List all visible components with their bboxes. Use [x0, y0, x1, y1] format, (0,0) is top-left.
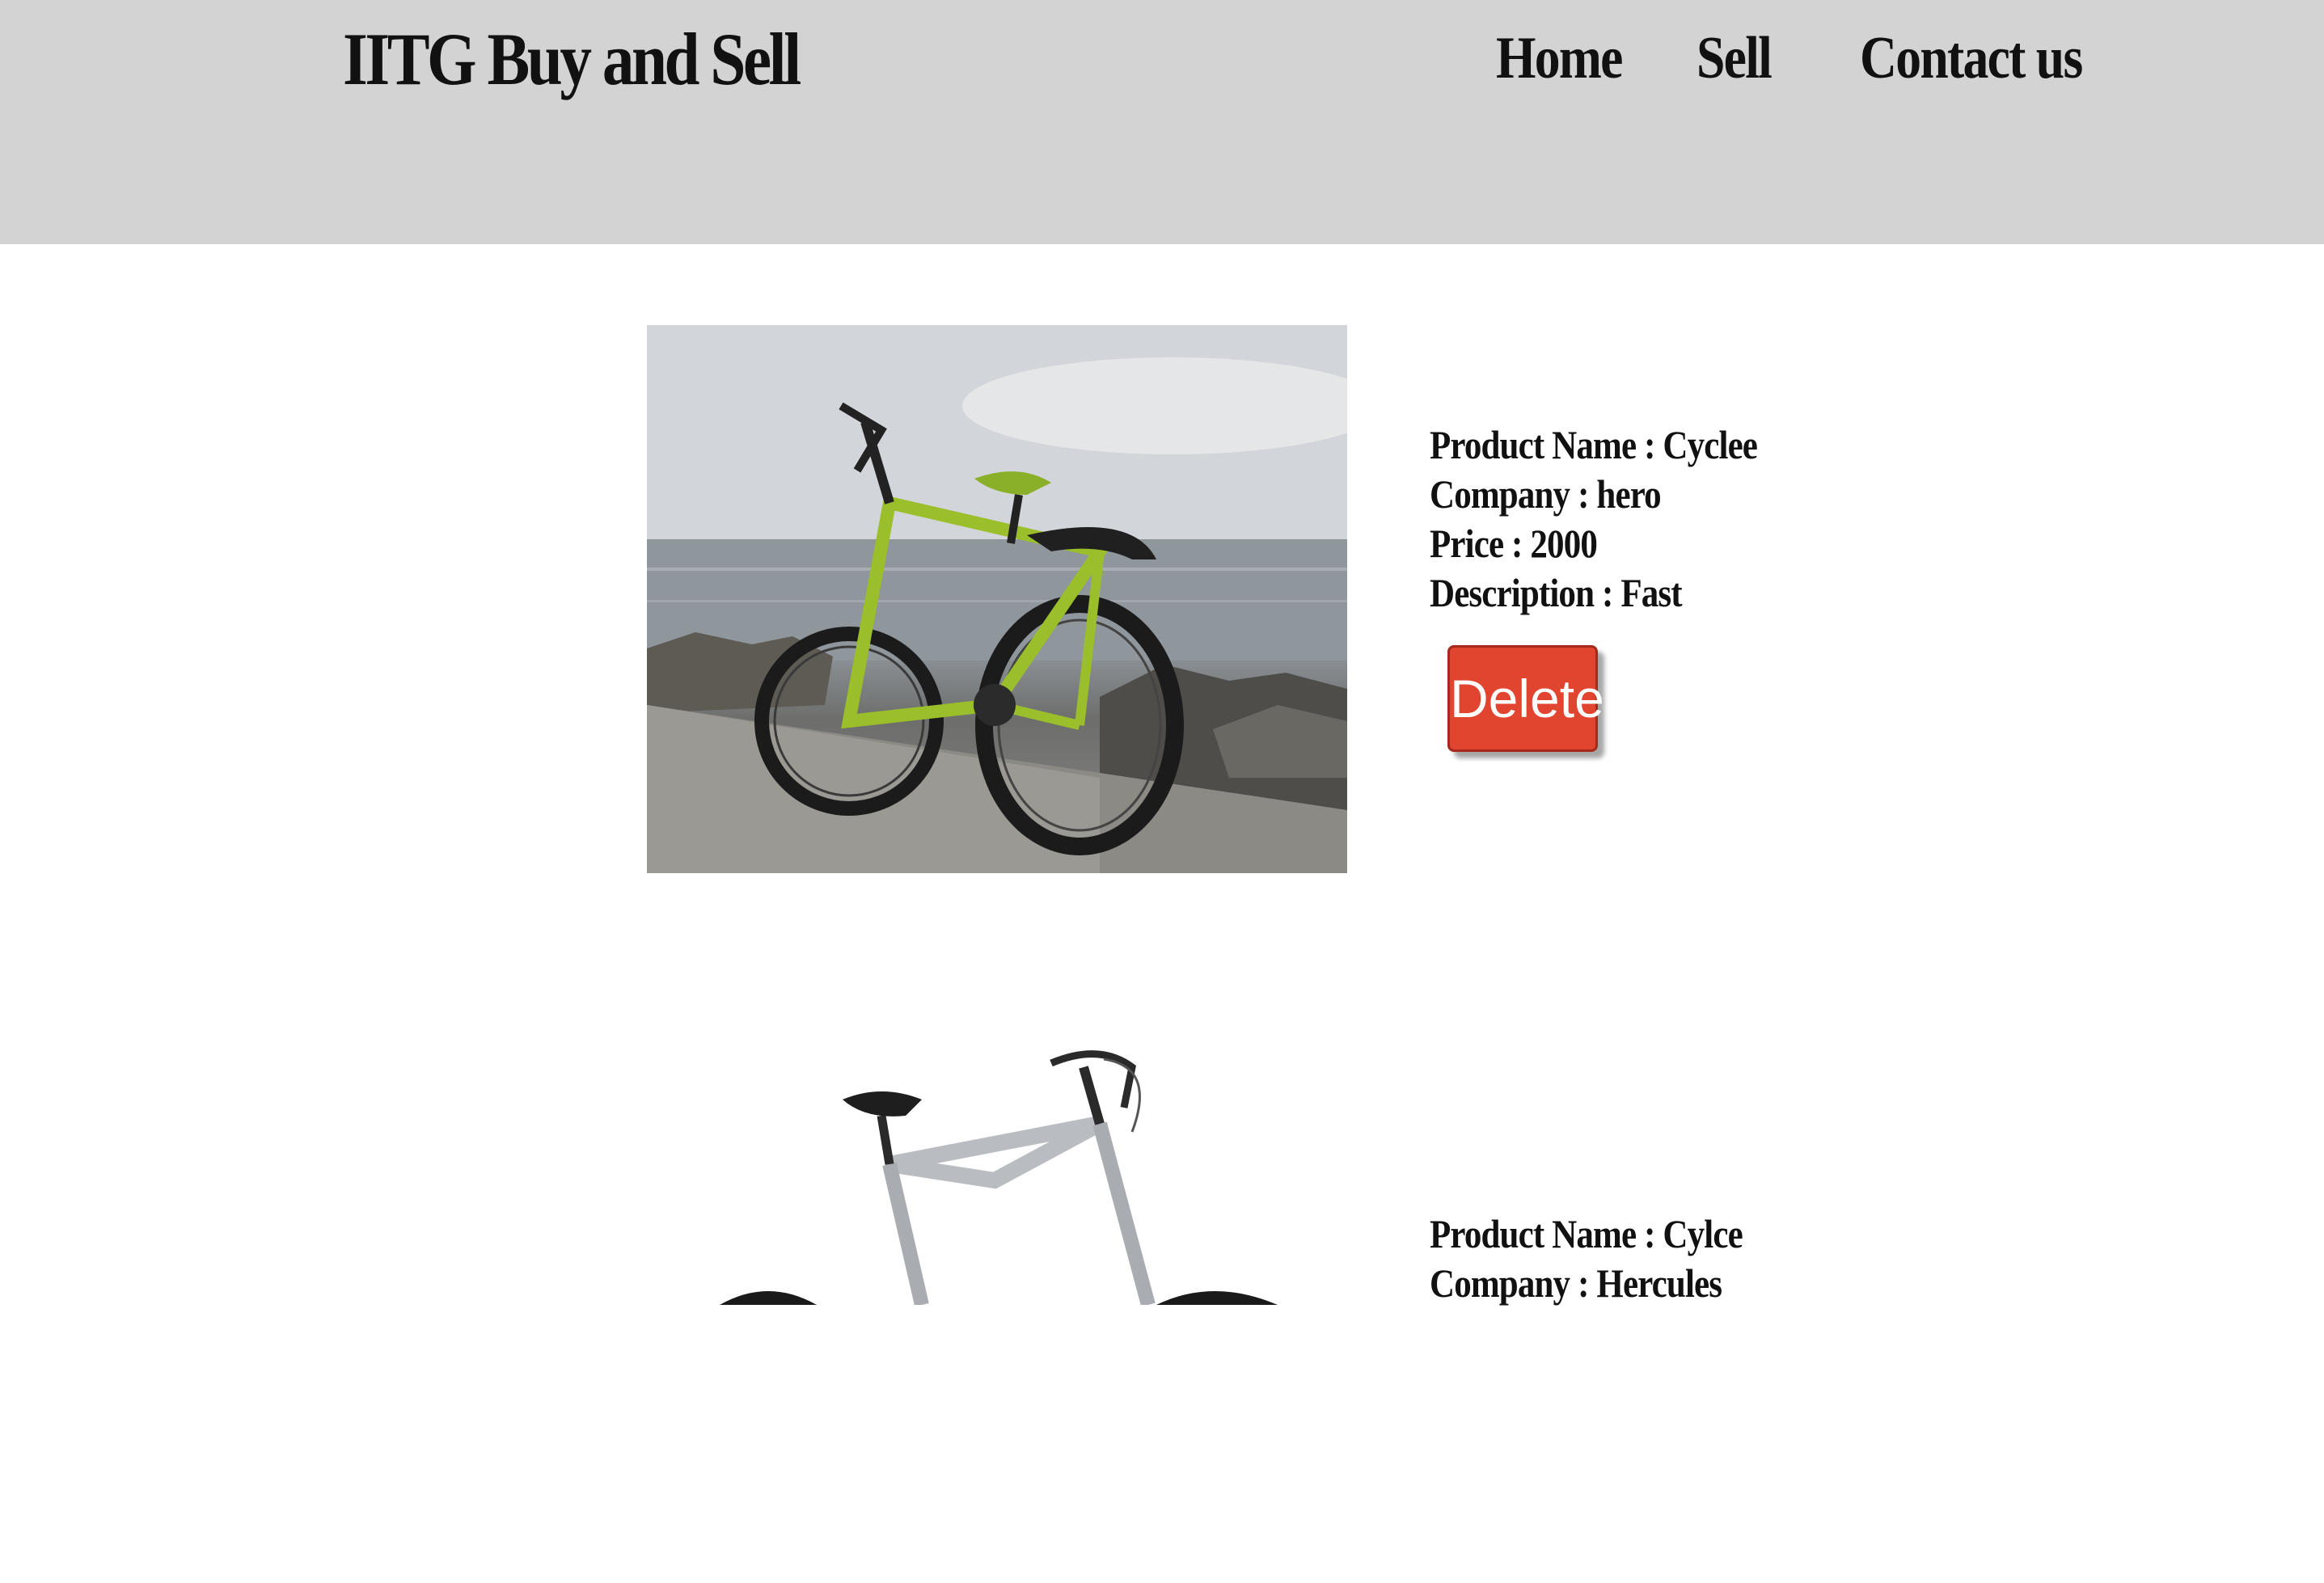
product-name: Product Name : Cyclee: [1430, 422, 1758, 467]
product-company: Company : Hercules: [1430, 1260, 1722, 1306]
product-description: Description : Fast: [1430, 570, 1683, 615]
nav-contact-link[interactable]: Contact us: [1860, 24, 2083, 93]
product-details: Product Name : Cylce Company : Hercules: [1430, 1209, 1743, 1308]
nav-home-link[interactable]: Home: [1496, 24, 1623, 93]
product-name: Product Name : Cylce: [1430, 1211, 1743, 1256]
product-details: Product Name : Cyclee Company : hero Pri…: [1430, 420, 1758, 618]
delete-button[interactable]: Delete: [1447, 645, 1604, 752]
site-title: IITG Buy and Sell: [343, 18, 801, 100]
nav-sell-link[interactable]: Sell: [1697, 24, 1773, 93]
product-image: [647, 1035, 1347, 1583]
bicycle-photo-illustration: [720, 1050, 1278, 1307]
product-image: [647, 325, 1347, 873]
bicycle-photo-illustration: [647, 325, 1347, 873]
product-company: Company : hero: [1430, 471, 1662, 517]
product-price: Price : 2000: [1430, 521, 1598, 566]
site-header: IITG Buy and Sell Home Sell Contact us: [0, 0, 2324, 244]
